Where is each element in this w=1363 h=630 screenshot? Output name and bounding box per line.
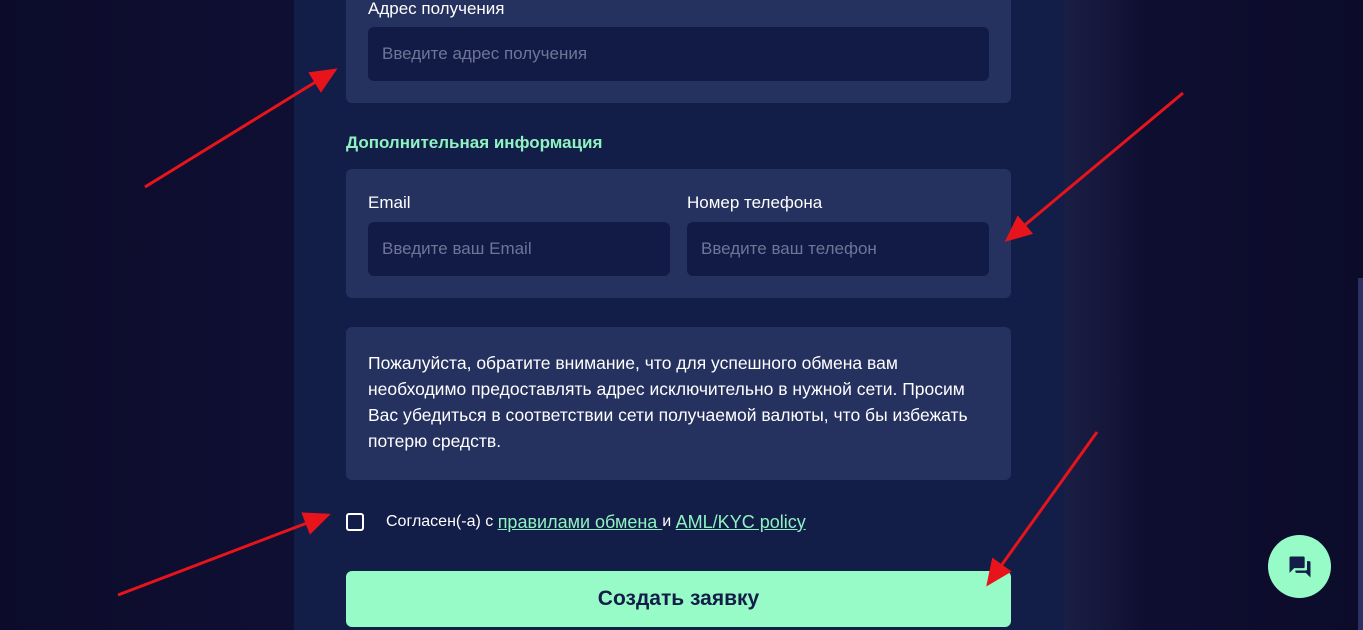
agreement-conjunction: и xyxy=(662,513,676,530)
page: Адрес получения Дополнительная информаци… xyxy=(0,0,1363,630)
agreement-prefix: Согласен(-а) с xyxy=(386,513,498,530)
column-shadow xyxy=(1064,0,1144,630)
notice-card: Пожалуйста, обратите внимание, что для у… xyxy=(346,327,1011,480)
address-input[interactable] xyxy=(368,27,989,81)
agreement-row: Согласен(-а) с правилами обмена и AML/KY… xyxy=(346,510,806,534)
agreement-checkbox[interactable] xyxy=(346,513,364,531)
email-label: Email xyxy=(368,193,411,212)
phone-field[interactable] xyxy=(687,222,989,276)
address-label: Адрес получения xyxy=(368,0,505,18)
chat-button[interactable] xyxy=(1268,535,1331,598)
scrollbar-thumb[interactable] xyxy=(1358,278,1363,630)
email-field[interactable] xyxy=(368,222,670,276)
address-card: Адрес получения xyxy=(346,0,1011,103)
chat-bubbles-icon xyxy=(1289,556,1310,577)
additional-info-title: Дополнительная информация xyxy=(346,133,603,152)
exchange-rules-link[interactable]: правилами обмена xyxy=(498,512,663,533)
contacts-card: Email Номер телефона xyxy=(346,169,1011,298)
phone-label: Номер телефона xyxy=(687,193,823,212)
aml-kyc-policy-link[interactable]: AML/KYC policy xyxy=(676,512,806,533)
notice-text: Пожалуйста, обратите внимание, что для у… xyxy=(368,353,968,451)
create-request-button[interactable]: Создать заявку xyxy=(346,571,1011,627)
